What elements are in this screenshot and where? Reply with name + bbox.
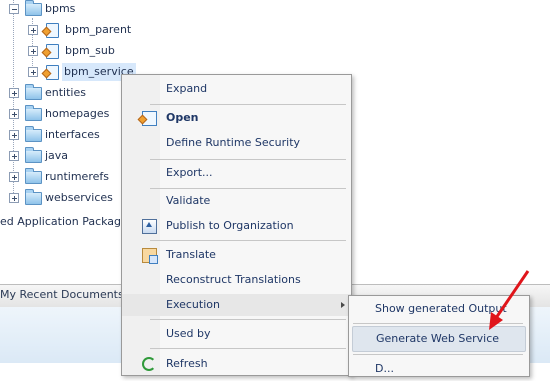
package-icon <box>46 65 59 80</box>
menu-item-reconstruct-translations[interactable]: Reconstruct Translations <box>122 269 351 291</box>
tab-my-recent-documents[interactable]: My Recent Documents <box>0 285 131 305</box>
menu-item-export[interactable]: Export... <box>122 162 351 184</box>
menu-separator <box>150 104 346 105</box>
tab-label: My Recent Documents <box>0 288 124 301</box>
tree-node-label: entities <box>45 86 86 99</box>
submenu-item-partial[interactable]: D... <box>349 357 529 381</box>
expand-icon[interactable] <box>9 109 19 119</box>
tree-node-label: java <box>45 149 69 162</box>
tree-node-bpms[interactable]: bpms <box>0 0 120 18</box>
tree-node-label: interfaces <box>45 128 100 141</box>
expand-icon[interactable] <box>9 172 19 182</box>
menu-item-execution[interactable]: Execution <box>122 294 351 316</box>
package-icon <box>46 44 59 59</box>
package-icon <box>142 111 157 126</box>
submenu-arrow-icon <box>341 302 345 308</box>
menu-item-label: Execution <box>166 298 220 311</box>
tree-node-bpm-service[interactable]: bpm_service <box>0 63 140 81</box>
tree-node-bpm-parent[interactable]: bpm_parent <box>0 21 140 39</box>
folder-icon <box>25 168 42 184</box>
menu-separator <box>150 188 346 189</box>
tree-node-entities[interactable]: entities <box>0 84 120 102</box>
tree-node-runtimerefs[interactable]: runtimerefs <box>0 168 120 186</box>
menu-item-label: Translate <box>166 248 216 261</box>
menu-item-publish-to-organization[interactable]: Publish to Organization <box>122 215 351 237</box>
folder-icon <box>25 147 42 163</box>
submenu-item-show-generated-output[interactable]: Show generated Output <box>349 297 529 321</box>
collapse-icon[interactable] <box>9 4 19 14</box>
tree-node-java[interactable]: java <box>0 147 120 165</box>
tree-node-interfaces[interactable]: interfaces <box>0 126 120 144</box>
menu-item-refresh[interactable]: Refresh <box>122 353 351 375</box>
translate-icon <box>142 248 158 264</box>
menu-item-label: Export... <box>166 166 213 179</box>
submenu-item-label: Generate Web Service <box>376 332 500 345</box>
expand-icon[interactable] <box>28 46 38 56</box>
menu-item-expand[interactable]: Expand <box>122 78 351 100</box>
execution-submenu: Show generated Output Generate Web Servi… <box>348 295 530 377</box>
submenu-item-label: D... <box>375 362 394 375</box>
menu-separator <box>150 240 346 241</box>
expand-icon[interactable] <box>28 67 38 77</box>
tree-node-application-packages[interactable]: ed Application Packages <box>0 213 134 231</box>
tree-node-label: bpm_sub <box>65 44 115 57</box>
menu-item-label: Open <box>166 111 199 124</box>
tree-node-label: runtimerefs <box>45 170 109 183</box>
menu-item-used-by[interactable]: Used by <box>122 323 351 345</box>
menu-separator <box>353 354 523 355</box>
tree-node-label: ed Application Packages <box>0 215 134 228</box>
submenu-item-label: Show generated Output <box>375 302 507 315</box>
menu-item-label: Used by <box>166 327 211 340</box>
menu-item-open[interactable]: Open <box>122 107 351 129</box>
tree-node-label: bpm_parent <box>65 23 132 36</box>
tree-node-label: webservices <box>45 191 113 204</box>
refresh-icon <box>142 357 156 371</box>
context-menu: Expand Open Define Runtime Security Expo… <box>121 74 352 376</box>
menu-item-define-runtime-security[interactable]: Define Runtime Security <box>122 132 351 154</box>
expand-icon[interactable] <box>28 25 38 35</box>
publish-icon <box>142 219 157 234</box>
tree-node-webservices[interactable]: webservices <box>0 189 120 207</box>
menu-item-translate[interactable]: Translate <box>122 244 351 266</box>
menu-separator <box>150 348 346 349</box>
menu-item-validate[interactable]: Validate <box>122 190 351 212</box>
menu-item-label: Publish to Organization <box>166 219 294 232</box>
expand-icon[interactable] <box>9 130 19 140</box>
package-icon <box>46 23 59 38</box>
menu-item-label: Expand <box>166 82 208 95</box>
tree-node-label: homepages <box>45 107 110 120</box>
tree-node-homepages[interactable]: homepages <box>0 105 120 123</box>
tree-node-label: bpms <box>45 2 76 15</box>
menu-separator <box>353 323 523 324</box>
submenu-item-generate-web-service[interactable]: Generate Web Service <box>352 326 526 352</box>
expand-icon[interactable] <box>9 193 19 203</box>
menu-item-label: Validate <box>166 194 211 207</box>
expand-icon[interactable] <box>9 88 19 98</box>
menu-separator <box>150 319 346 320</box>
expand-icon[interactable] <box>9 151 19 161</box>
folder-icon <box>25 0 42 16</box>
folder-icon <box>25 105 42 121</box>
menu-item-label: Define Runtime Security <box>166 136 301 149</box>
menu-item-label: Reconstruct Translations <box>166 273 301 286</box>
menu-separator <box>150 159 346 160</box>
folder-icon <box>25 126 42 142</box>
folder-icon <box>25 189 42 205</box>
tree-node-bpm-sub[interactable]: bpm_sub <box>0 42 140 60</box>
folder-icon <box>25 84 42 100</box>
menu-item-label: Refresh <box>166 357 208 370</box>
